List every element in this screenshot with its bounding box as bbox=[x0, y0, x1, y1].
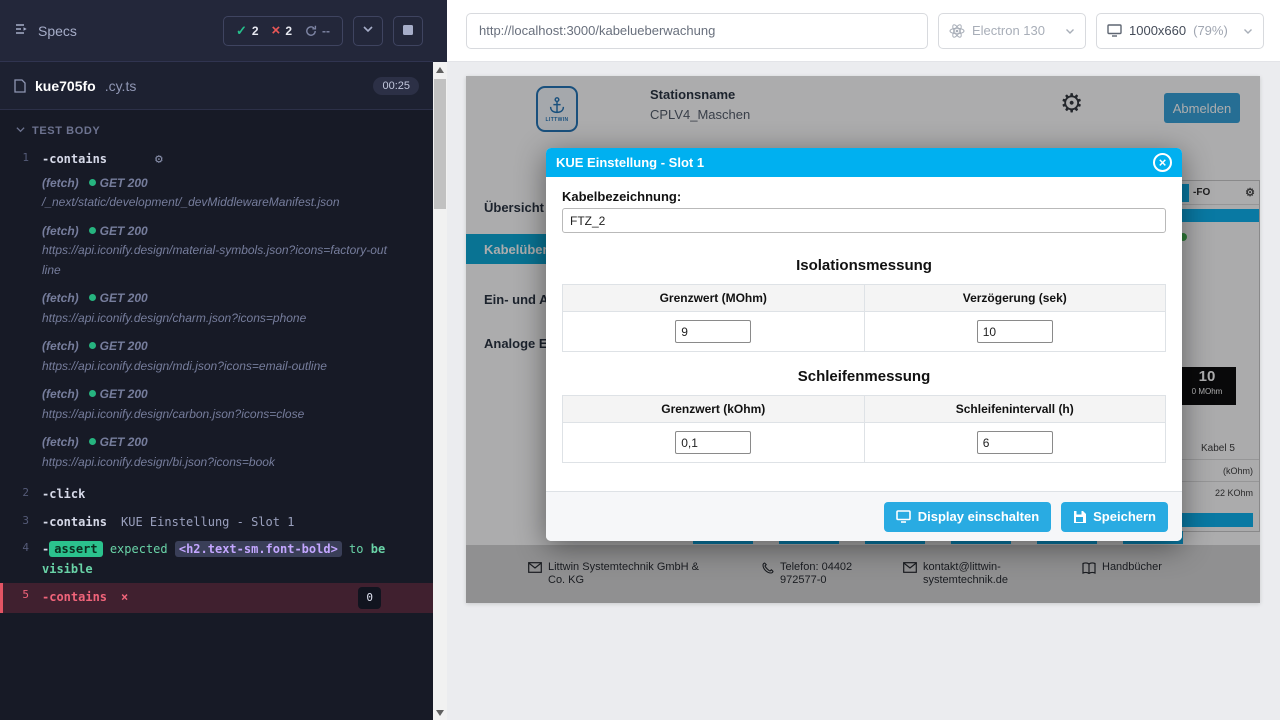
sidebar-scrollbar[interactable] bbox=[433, 0, 447, 720]
success-dot-icon bbox=[89, 294, 96, 301]
browser-select[interactable]: Electron 130 bbox=[938, 13, 1086, 49]
chevron-down-icon bbox=[362, 22, 374, 40]
specs-list-icon bbox=[14, 21, 30, 40]
spec-row[interactable]: kue705fo .cy.ts 00:25 bbox=[0, 62, 433, 110]
viewport-zoom: (79%) bbox=[1193, 23, 1228, 38]
test-stats[interactable]: ✓2 ×2 -- bbox=[223, 16, 343, 46]
aut-frame: LITTWIN Stationsname CPLV4_Maschen ⚙ Abm… bbox=[466, 76, 1260, 603]
modal-title: KUE Einstellung - Slot 1 bbox=[556, 155, 704, 170]
chevron-down-icon bbox=[16, 125, 25, 137]
command-row[interactable]: 2 -click bbox=[0, 481, 433, 509]
fetch-log[interactable]: (fetch)GET 200https://api.iconify.design… bbox=[0, 337, 433, 376]
retry-count-badge: 0 bbox=[358, 587, 381, 609]
loop-table: Grenzwert (kOhm) Schleifenintervall (h) bbox=[562, 395, 1166, 463]
loop-col1-header: Grenzwert (kOhm) bbox=[563, 396, 865, 423]
stat-passed: ✓2 bbox=[236, 23, 259, 39]
url-input[interactable] bbox=[466, 13, 928, 49]
fail-x-icon: × bbox=[121, 588, 128, 608]
stop-icon bbox=[403, 22, 413, 40]
assert-badge: assert bbox=[49, 541, 102, 557]
specs-label: Specs bbox=[38, 23, 77, 39]
viewport-size: 1000x660 bbox=[1129, 23, 1186, 38]
fetch-log[interactable]: (fetch)GET 200/_next/static/development/… bbox=[0, 174, 433, 213]
fetch-log[interactable]: (fetch)GET 200https://api.iconify.design… bbox=[0, 433, 433, 472]
close-icon[interactable]: × bbox=[1153, 153, 1172, 172]
success-dot-icon bbox=[89, 438, 96, 445]
stop-button[interactable] bbox=[393, 16, 423, 46]
iso-limit-input[interactable] bbox=[675, 320, 751, 343]
file-icon bbox=[14, 79, 26, 93]
stat-pending: -- bbox=[305, 24, 330, 38]
scroll-down-arrow[interactable] bbox=[433, 705, 447, 720]
monitor-icon bbox=[1107, 24, 1122, 37]
modal-footer: Display einschalten Speichern bbox=[546, 491, 1182, 541]
success-dot-icon bbox=[89, 227, 96, 234]
display-on-button[interactable]: Display einschalten bbox=[884, 502, 1051, 532]
browser-label: Electron 130 bbox=[972, 23, 1045, 38]
chevron-down-icon bbox=[1243, 26, 1253, 36]
modal-body: Kabelbezeichnung: Isolationsmessung Gren… bbox=[546, 177, 1182, 491]
spec-duration-badge: 00:25 bbox=[373, 77, 419, 95]
command-log: TEST BODY 1 -contains⚙ (fetch)GET 200/_n… bbox=[0, 110, 433, 613]
isolation-section-title: Isolationsmessung bbox=[562, 257, 1166, 274]
spec-ext: .cy.ts bbox=[105, 78, 137, 94]
electron-icon bbox=[949, 23, 965, 39]
iso-delay-input[interactable] bbox=[977, 320, 1053, 343]
collapse-button[interactable] bbox=[353, 16, 383, 46]
failed-command-row[interactable]: 5 -contains×0 bbox=[0, 583, 433, 613]
stat-failed: ×2 bbox=[272, 22, 292, 39]
loop-limit-input[interactable] bbox=[675, 431, 751, 454]
app-pane: Electron 130 1000x660 (79%) LITTWIN Stat… bbox=[447, 0, 1280, 720]
chevron-down-icon bbox=[1065, 26, 1075, 36]
command-row[interactable]: 1 -contains⚙ bbox=[0, 146, 433, 174]
save-button[interactable]: Speichern bbox=[1061, 502, 1168, 532]
kue-settings-modal: KUE Einstellung - Slot 1 × Kabelbezeichn… bbox=[546, 148, 1182, 541]
specs-button[interactable]: Specs bbox=[14, 21, 77, 40]
assert-row[interactable]: 4 -assert expected <h2.text-sm.font-bold… bbox=[0, 536, 433, 583]
cross-icon: × bbox=[272, 22, 281, 39]
success-dot-icon bbox=[89, 390, 96, 397]
loop-section-title: Schleifenmessung bbox=[562, 368, 1166, 385]
refresh-icon bbox=[305, 25, 317, 37]
assert-element: <h2.text-sm.font-bold> bbox=[175, 541, 342, 557]
viewport-select[interactable]: 1000x660 (79%) bbox=[1096, 13, 1264, 49]
cypress-sidebar: Specs ✓2 ×2 -- kue705fo .cy.ts 00:25 TEST… bbox=[0, 0, 433, 720]
cable-name-input[interactable] bbox=[562, 208, 1166, 233]
cable-name-label: Kabelbezeichnung: bbox=[562, 189, 1166, 204]
success-dot-icon bbox=[89, 179, 96, 186]
iso-col1-header: Grenzwert (MOhm) bbox=[563, 285, 865, 312]
loop-col2-header: Schleifenintervall (h) bbox=[864, 396, 1166, 423]
gear-icon: ⚙ bbox=[155, 152, 163, 167]
loop-interval-input[interactable] bbox=[977, 431, 1053, 454]
command-row[interactable]: 3 -containsKUE Einstellung - Slot 1 bbox=[0, 509, 433, 537]
spec-name: kue705fo bbox=[35, 78, 96, 94]
fetch-log[interactable]: (fetch)GET 200https://api.iconify.design… bbox=[0, 385, 433, 424]
isolation-table: Grenzwert (MOhm) Verzögerung (sek) bbox=[562, 284, 1166, 352]
iso-col2-header: Verzögerung (sek) bbox=[864, 285, 1166, 312]
fetch-log[interactable]: (fetch)GET 200https://api.iconify.design… bbox=[0, 289, 433, 328]
scrollbar-track[interactable] bbox=[433, 62, 447, 720]
fetch-log[interactable]: (fetch)GET 200https://api.iconify.design… bbox=[0, 222, 433, 281]
success-dot-icon bbox=[89, 342, 96, 349]
monitor-icon bbox=[896, 510, 911, 523]
floppy-icon bbox=[1073, 510, 1086, 523]
test-body-header[interactable]: TEST BODY bbox=[0, 120, 433, 146]
cypress-header: Specs ✓2 ×2 -- bbox=[0, 0, 433, 62]
scroll-up-arrow[interactable] bbox=[433, 62, 447, 77]
check-icon: ✓ bbox=[236, 23, 247, 39]
aut-toolbar: Electron 130 1000x660 (79%) bbox=[447, 0, 1280, 62]
modal-header: KUE Einstellung - Slot 1 × bbox=[546, 148, 1182, 177]
scrollbar-thumb[interactable] bbox=[434, 79, 446, 209]
